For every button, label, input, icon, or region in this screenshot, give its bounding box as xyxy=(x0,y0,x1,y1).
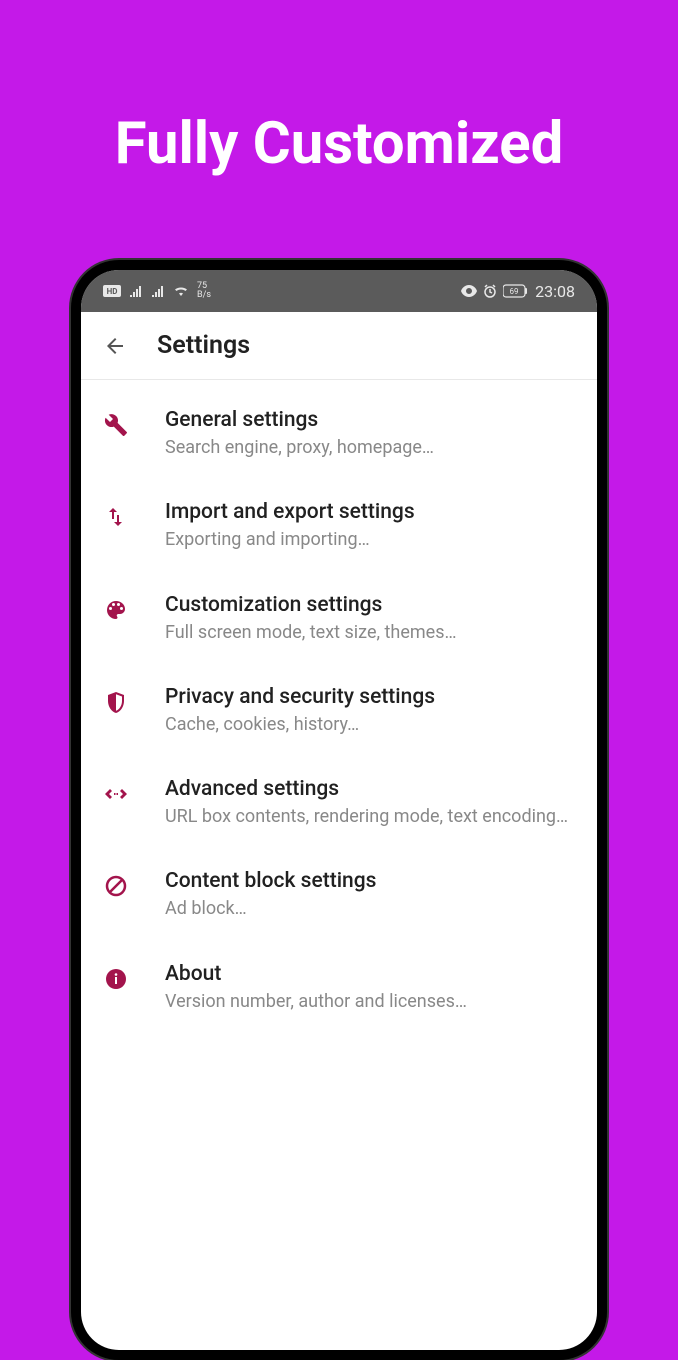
item-title: Customization settings xyxy=(165,593,575,617)
item-subtitle: Cache, cookies, history… xyxy=(165,713,575,737)
item-subtitle: URL box contents, rendering mode, text e… xyxy=(165,805,575,829)
network-speed: 75 B/s xyxy=(197,282,211,300)
settings-item-general[interactable]: General settings Search engine, proxy, h… xyxy=(81,388,597,480)
svg-text:69: 69 xyxy=(510,287,519,296)
promo-title: Fully Customized xyxy=(0,0,678,178)
shield-icon xyxy=(103,689,129,715)
item-title: Advanced settings xyxy=(165,777,575,801)
wifi-icon xyxy=(173,285,189,297)
item-subtitle: Full screen mode, text size, themes… xyxy=(165,621,575,645)
item-subtitle: Search engine, proxy, homepage… xyxy=(165,436,575,460)
settings-item-content-block[interactable]: Content block settings Ad block… xyxy=(81,849,597,941)
palette-icon xyxy=(103,597,129,623)
status-bar: HD 75 B/s xyxy=(81,270,597,312)
item-subtitle: Exporting and importing… xyxy=(165,528,575,552)
item-title: General settings xyxy=(165,408,575,432)
item-subtitle: Ad block… xyxy=(165,897,575,921)
hd-icon: HD xyxy=(103,285,121,297)
eye-icon xyxy=(461,285,477,297)
battery-icon: 69 xyxy=(503,284,529,298)
page-title: Settings xyxy=(157,331,250,360)
status-right: 69 23:08 xyxy=(461,282,575,301)
status-left: HD 75 B/s xyxy=(103,282,211,300)
alarm-icon xyxy=(483,284,497,298)
info-icon xyxy=(103,966,129,992)
status-time: 23:08 xyxy=(535,282,575,301)
arrow-left-icon xyxy=(103,334,127,358)
item-title: Privacy and security settings xyxy=(165,685,575,709)
item-subtitle: Version number, author and licenses… xyxy=(165,990,575,1014)
block-icon xyxy=(103,873,129,899)
signal-icon-1 xyxy=(129,285,143,297)
import-export-icon xyxy=(103,504,129,530)
code-icon xyxy=(103,781,129,807)
item-title: Import and export settings xyxy=(165,500,575,524)
signal-icon-2 xyxy=(151,285,165,297)
settings-item-about[interactable]: About Version number, author and license… xyxy=(81,942,597,1034)
settings-item-privacy[interactable]: Privacy and security settings Cache, coo… xyxy=(81,665,597,757)
back-button[interactable] xyxy=(103,334,127,358)
app-header: Settings xyxy=(81,312,597,380)
item-title: About xyxy=(165,962,575,986)
settings-item-customization[interactable]: Customization settings Full screen mode,… xyxy=(81,573,597,665)
item-title: Content block settings xyxy=(165,869,575,893)
phone-screen: HD 75 B/s xyxy=(81,270,597,1350)
wrench-icon xyxy=(103,412,129,438)
phone-frame: HD 75 B/s xyxy=(71,260,607,1360)
settings-item-advanced[interactable]: Advanced settings URL box contents, rend… xyxy=(81,757,597,849)
settings-list: General settings Search engine, proxy, h… xyxy=(81,380,597,1042)
settings-item-import-export[interactable]: Import and export settings Exporting and… xyxy=(81,480,597,572)
svg-text:HD: HD xyxy=(107,287,118,296)
